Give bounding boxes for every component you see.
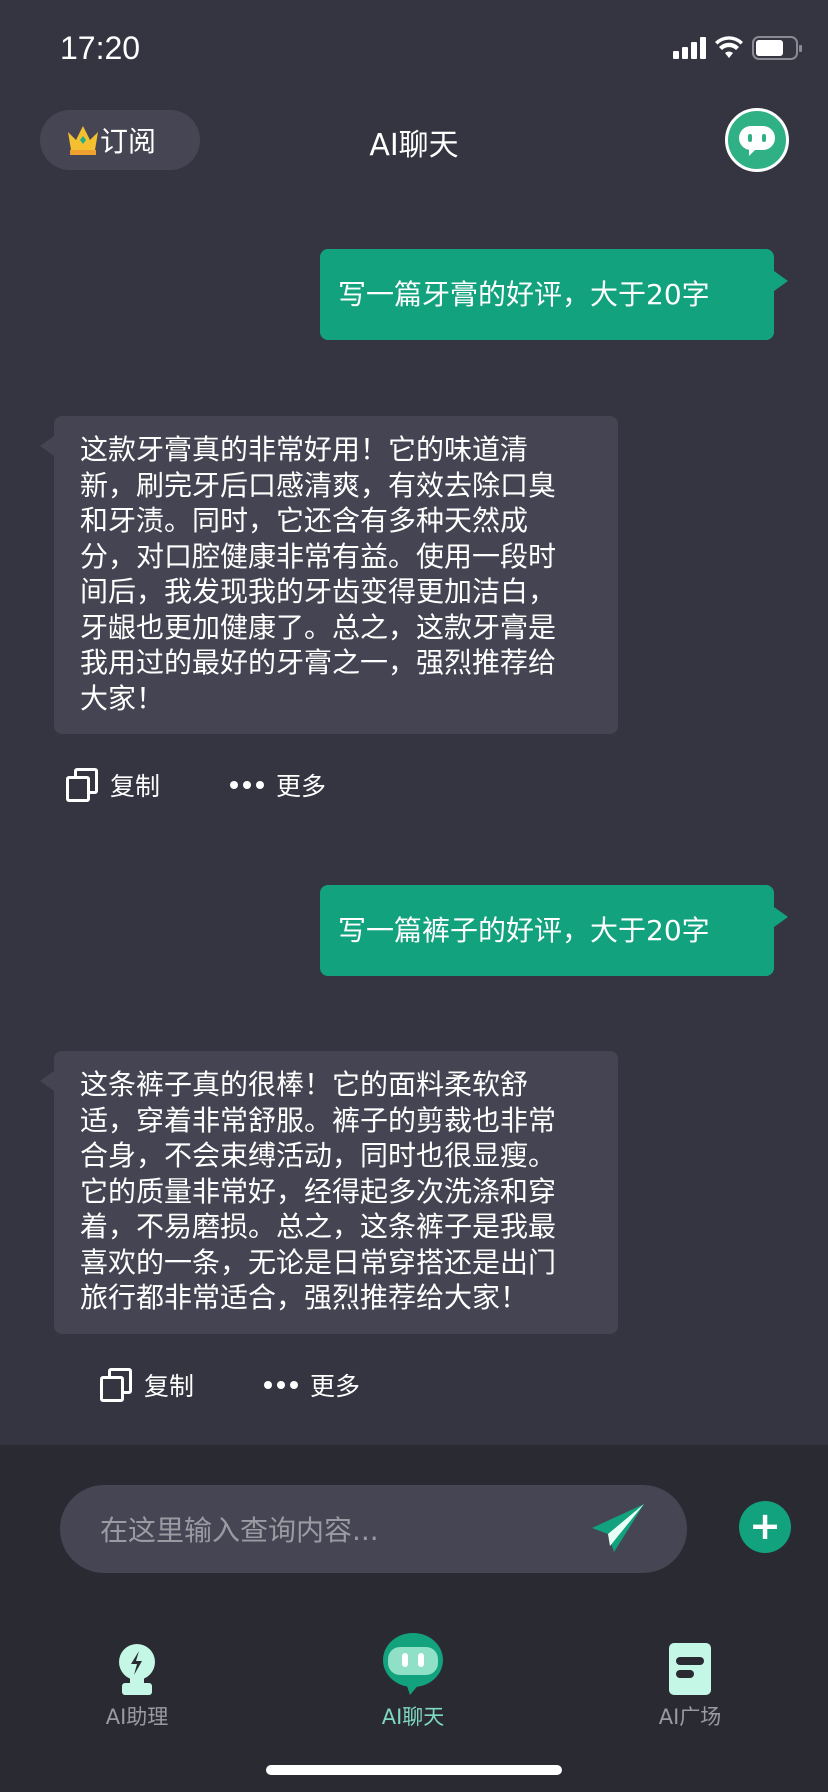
message-line: 新，刷完牙后口感清爽，有效去除口臭: [80, 468, 557, 502]
copy-button[interactable]: 复制: [100, 1367, 194, 1403]
message-text: 写一篇牙膏的好评，大于20字: [338, 277, 710, 311]
assistant-message: 这款牙膏真的非常好用！它的味道清 新，刷完牙后口感清爽，有效去除口臭 和牙渍。同…: [40, 416, 618, 734]
message-line: 合身，不会束缚活动，同时也很显瘦。: [80, 1139, 557, 1172]
more-label: 更多: [310, 1372, 361, 1401]
tab-label: AI聊天: [381, 1705, 445, 1729]
user-message: 写一篇牙膏的好评，大于20字: [320, 249, 788, 340]
more-dots-icon: [264, 1381, 299, 1389]
message-line: 牙龈也更加健康了。总之，这款牙膏是: [80, 610, 557, 644]
message-line: 这款牙膏真的非常好用！它的味道清: [80, 433, 529, 466]
document-icon: [669, 1643, 711, 1695]
tab-label: AI广场: [658, 1705, 722, 1729]
robot-chat-icon: [739, 126, 775, 156]
message-line: 这条裤子真的很棒！它的面料柔软舒: [80, 1068, 529, 1101]
more-button[interactable]: 更多: [264, 1367, 360, 1403]
message-line: 分，对口腔健康非常有益。使用一段时: [80, 539, 557, 573]
message-text: 写一篇裤子的好评，大于20字: [338, 913, 710, 947]
page-title: AI聊天: [369, 128, 459, 163]
battery-icon: [752, 36, 802, 60]
tab-label: AI助理: [105, 1705, 169, 1729]
message-actions: 复制 更多: [66, 767, 396, 803]
message-actions: 复制 更多: [100, 1367, 430, 1403]
message-line: 和牙渍。同时，它还含有多种天然成: [80, 504, 529, 537]
tab-ai-assistant[interactable]: AI助理: [67, 1635, 207, 1731]
more-label: 更多: [276, 772, 327, 801]
tab-ai-square[interactable]: AI广场: [620, 1635, 760, 1731]
copy-label: 复制: [144, 1372, 195, 1401]
copy-label: 复制: [110, 772, 161, 801]
more-button[interactable]: 更多: [230, 767, 326, 803]
status-icons: [673, 36, 802, 60]
assistant-message: 这条裤子真的很棒！它的面料柔软舒 适，穿着非常舒服。裤子的剪裁也非常 合身，不会…: [40, 1051, 618, 1334]
message-line: 着，不易磨损。总之，这条裤子是我最: [80, 1210, 557, 1243]
status-time: 17:20: [60, 30, 141, 66]
send-icon[interactable]: [590, 1502, 646, 1554]
message-line: 它的质量非常好，经得起多次洗涤和穿: [80, 1174, 557, 1208]
message-line: 喜欢的一条，无论是日常穿搭还是出门: [80, 1245, 557, 1279]
robot-chat-icon: [383, 1633, 443, 1695]
signal-icon: [673, 37, 706, 59]
message-line: 旅行都非常适合，强烈推荐给大家！: [80, 1281, 529, 1314]
message-line: 间后，我发现我的牙齿变得更加洁白，: [80, 575, 557, 608]
home-indicator[interactable]: [266, 1765, 562, 1775]
lightning-bulb-icon: [119, 1644, 155, 1695]
tab-ai-chat[interactable]: AI聊天: [343, 1633, 483, 1731]
message-line: 大家！: [80, 681, 165, 715]
user-message: 写一篇裤子的好评，大于20字: [320, 885, 788, 976]
copy-button[interactable]: 复制: [66, 767, 160, 803]
wifi-icon: [715, 36, 743, 58]
message-line: 我用过的最好的牙膏之一，强烈推荐给: [80, 646, 557, 679]
add-button[interactable]: +: [739, 1501, 791, 1553]
query-placeholder: 在这里输入查询内容...: [100, 1514, 379, 1547]
copy-icon: [100, 1368, 132, 1402]
copy-icon: [66, 768, 98, 802]
bot-avatar-button[interactable]: [725, 108, 789, 172]
message-line: 适，穿着非常舒服。裤子的剪裁也非常: [80, 1103, 557, 1137]
more-dots-icon: [230, 781, 265, 789]
